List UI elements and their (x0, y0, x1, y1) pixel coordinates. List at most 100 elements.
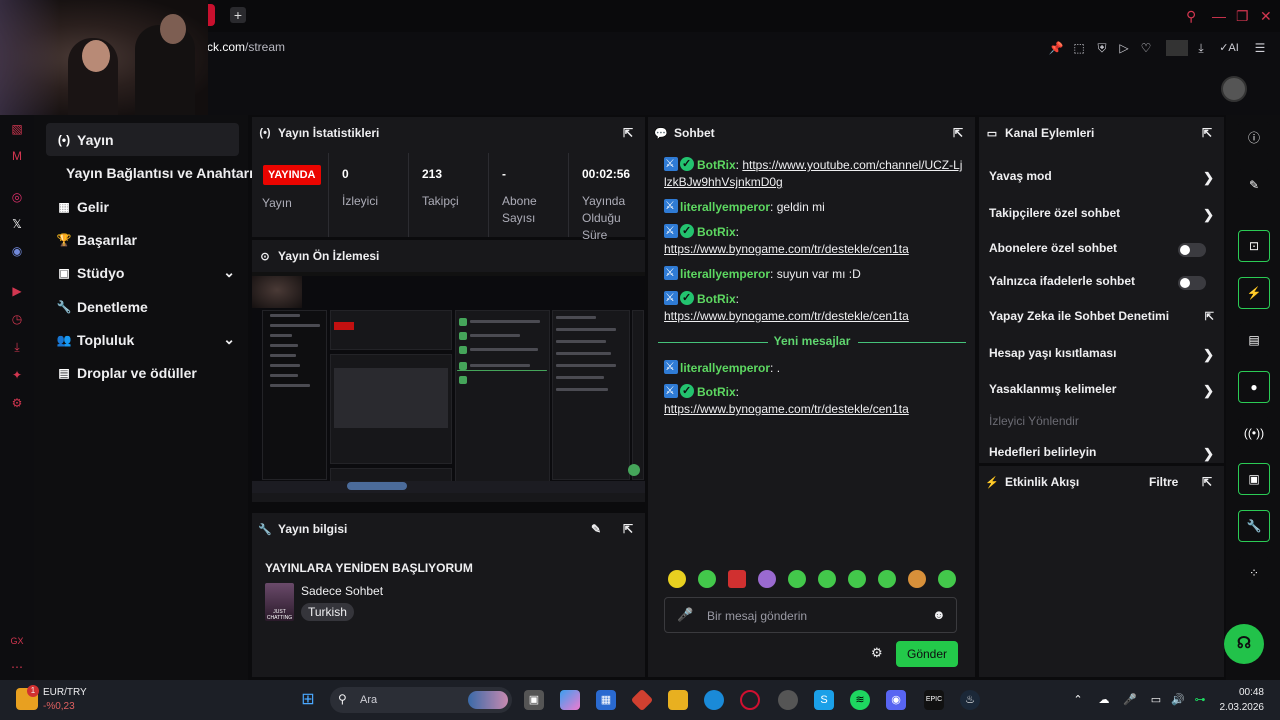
action-slow-mode[interactable]: Yavaş mod ❯ (989, 169, 1214, 189)
emote-icon[interactable] (788, 570, 806, 588)
chat-username[interactable]: BotRix (697, 225, 736, 239)
broadcast-icon[interactable]: ((•)) (1238, 417, 1270, 449)
edge-icon[interactable] (704, 690, 724, 710)
chat-username[interactable]: literallyemperor (680, 267, 770, 281)
emote-icon[interactable] (728, 570, 746, 588)
sidebar-item-yayin[interactable]: (•) Yayın (46, 123, 239, 156)
category-thumbnail[interactable]: JUST CHATTING (265, 583, 294, 621)
chat-link[interactable]: https://www.bynogame.com/tr/destekle/cen… (664, 242, 909, 256)
file-explorer-icon[interactable] (668, 690, 688, 710)
more-icon[interactable]: ⋯ (9, 659, 25, 675)
chat-link[interactable]: https://www.bynogame.com/tr/destekle/cen… (664, 402, 909, 416)
emote-icon[interactable] (818, 570, 836, 588)
heart-icon[interactable]: ♡ (1138, 40, 1154, 56)
history-icon[interactable]: ◷ (9, 311, 25, 327)
microphone-icon[interactable]: 🎤 (1120, 690, 1140, 710)
spotify-icon[interactable]: ≋ (850, 690, 870, 710)
sidebar-item-droplar[interactable]: ▤ Droplar ve ödüller (46, 356, 239, 389)
gamepad-icon[interactable]: ⊶ (1190, 690, 1210, 710)
store-icon[interactable]: ▦ (596, 690, 616, 710)
chat-username[interactable]: BotRix (697, 158, 736, 172)
tag-chip[interactable]: Turkish (301, 603, 354, 621)
opera-gx-icon[interactable] (740, 690, 760, 710)
more-actions-icon[interactable]: ⁘ (1238, 557, 1270, 589)
sidebar-item-denetleme[interactable]: 🔧 Denetleme (46, 290, 239, 323)
chat-input[interactable]: 🎤 Bir mesaj gönderin ☻ (664, 597, 957, 633)
edit-icon[interactable]: ✎ (1238, 169, 1270, 201)
notes-icon[interactable]: ▤ (1238, 324, 1270, 356)
downloads-icon[interactable]: ⤓ (9, 339, 25, 355)
tray-chevron-icon[interactable]: ⌃ (1068, 690, 1088, 710)
app-red-icon[interactable] (630, 688, 654, 712)
play-icon[interactable]: ▷ (1116, 40, 1132, 56)
discord-icon[interactable]: ◉ (9, 243, 25, 259)
clock-time[interactable]: 00:48 (1228, 687, 1264, 698)
microphone-icon[interactable]: 🎤 (677, 607, 693, 623)
gx-corner-icon[interactable]: ▧ (9, 121, 25, 137)
emote-icon[interactable] (878, 570, 896, 588)
subscribers-only-toggle[interactable] (1178, 243, 1206, 257)
emote-icon[interactable] (758, 570, 776, 588)
snapshot-icon[interactable]: ⬚ (1071, 40, 1087, 56)
chat-username[interactable]: BotRix (697, 385, 736, 399)
maximize-icon[interactable]: ❐ (1236, 8, 1249, 25)
clip-icon[interactable]: ⊡ (1238, 230, 1270, 262)
emote-icon[interactable] (668, 570, 686, 588)
popout-icon[interactable]: ⇱ (623, 126, 633, 140)
windows-start-icon[interactable]: ⊞ (298, 690, 318, 710)
support-button[interactable]: ☊ (1224, 624, 1264, 664)
emoji-icon[interactable]: ☻ (932, 607, 946, 622)
popout-icon[interactable]: ⇱ (1202, 126, 1212, 140)
chat-link[interactable]: https://www.bynogame.com/tr/destekle/cen… (664, 309, 909, 323)
action-banned-words[interactable]: Yasaklanmış kelimeler ❯ (989, 382, 1214, 402)
chat-username[interactable]: literallyemperor (680, 200, 770, 214)
category-name[interactable]: Sadece Sohbet (301, 584, 383, 598)
epic-games-icon[interactable]: EPIC (924, 690, 944, 710)
action-set-goals[interactable]: Hedefleri belirleyin ❯ (989, 445, 1214, 465)
settings-icon[interactable]: ⚙ (9, 395, 25, 411)
filter-button[interactable]: Filtre (1149, 475, 1178, 489)
onedrive-icon[interactable]: ☁ (1094, 690, 1114, 710)
emote-icon[interactable] (698, 570, 716, 588)
info-icon[interactable]: ⓘ (1238, 122, 1270, 154)
sidebar-item-stream-key[interactable]: Yayın Bağlantısı ve Anahtarı (54, 156, 254, 189)
emote-icon[interactable] (938, 570, 956, 588)
ticker-name[interactable]: EUR/TRY (43, 687, 87, 698)
shield-icon[interactable]: ⛨ (1094, 40, 1110, 56)
close-icon[interactable]: ✕ (1260, 8, 1272, 25)
sidebar-item-topluluk[interactable]: 👥 Topluluk ⌄ (46, 323, 239, 356)
steam-icon[interactable]: ♨ (960, 690, 980, 710)
sidebar-item-gelir[interactable]: ▦ Gelir (46, 190, 239, 223)
wrench-icon[interactable]: 🔧 (1238, 510, 1270, 542)
extension-thumb-icon[interactable] (1166, 40, 1188, 56)
messenger-icon[interactable]: M (9, 148, 25, 164)
ai-button[interactable]: ✓AI (1215, 40, 1243, 56)
x-icon[interactable]: 𝕏 (9, 216, 25, 232)
popout-icon[interactable]: ⇱ (953, 126, 963, 140)
sidebar-item-studyo[interactable]: ▣ Stüdyo ⌄ (46, 256, 239, 289)
instagram-icon[interactable]: ◎ (9, 189, 25, 205)
taskbar-search[interactable]: ⚲ Ara (330, 687, 512, 713)
chat-username[interactable]: literallyemperor (680, 361, 770, 375)
chat-username[interactable]: BotRix (697, 292, 736, 306)
minimize-icon[interactable]: — (1212, 8, 1226, 24)
app-icon[interactable] (778, 690, 798, 710)
emote-only-toggle[interactable] (1178, 276, 1206, 290)
send-button[interactable]: Gönder (896, 641, 958, 667)
clock-date[interactable]: 2.03.2026 (1214, 702, 1265, 713)
address-bar[interactable]: ck.com/stream (207, 40, 285, 54)
volume-icon[interactable]: 🔊 (1168, 690, 1188, 710)
action-ai-moderation[interactable]: Yapay Zeka ile Sohbet Denetimi ⇱ (989, 309, 1214, 329)
pin-icon[interactable]: 📌 (1048, 40, 1064, 56)
player-icon[interactable]: ▶ (9, 283, 25, 299)
skype-icon[interactable]: S (814, 690, 834, 710)
emote-icon[interactable] (908, 570, 926, 588)
new-tab-button[interactable]: + (230, 7, 246, 23)
edit-icon[interactable]: ✎ (591, 522, 601, 536)
bolt-icon[interactable]: ⚡ (1238, 277, 1270, 309)
sidebar-item-basarilar[interactable]: 🏆 Başarılar (46, 223, 239, 256)
chat-settings-icon[interactable]: ⚙ (871, 645, 883, 661)
popout-icon[interactable]: ⇱ (1202, 475, 1212, 489)
avatar[interactable] (1221, 76, 1247, 102)
emote-icon[interactable] (848, 570, 866, 588)
